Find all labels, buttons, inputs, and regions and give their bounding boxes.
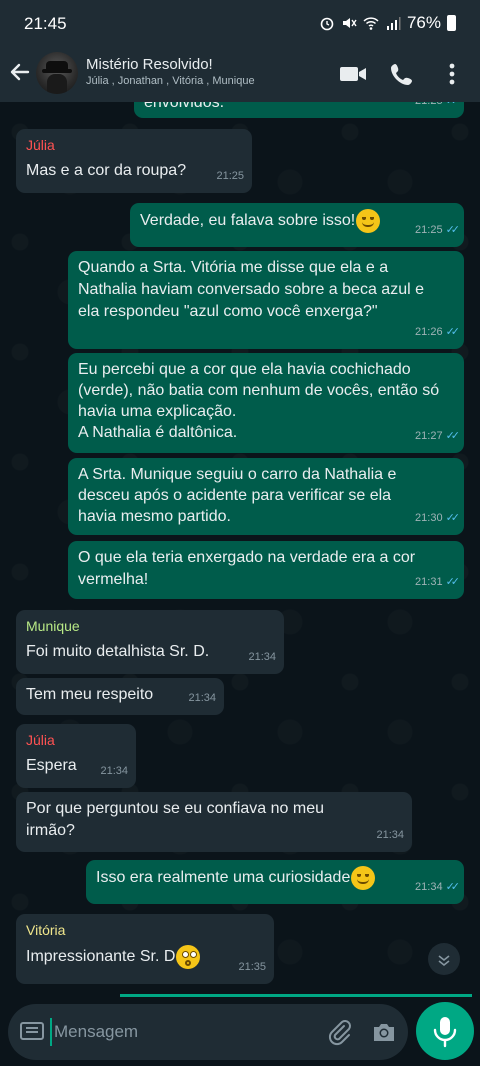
- back-arrow-icon[interactable]: [6, 58, 34, 86]
- more-vertical-icon[interactable]: [440, 60, 464, 88]
- message-time: 21:26: [415, 326, 443, 338]
- message-meta: 21:35: [238, 957, 266, 978]
- message-bubble-outgoing[interactable]: Isso era realmente uma curiosidade 21:34…: [86, 860, 464, 904]
- attach-icon[interactable]: [326, 1018, 354, 1046]
- message-time: 21:27: [415, 430, 443, 442]
- flushed-face-icon: [176, 945, 201, 969]
- message-text: Verdade, eu falava sobre isso!: [140, 212, 356, 230]
- message-time: 21:34: [415, 881, 443, 893]
- message-bubble-outgoing[interactable]: A Srta. Munique seguiu o carro da Nathal…: [68, 458, 464, 535]
- message-time: 21:34: [188, 692, 216, 704]
- smiling-face-icon: [356, 209, 381, 233]
- message-time: 21:25: [216, 170, 244, 182]
- read-ticks-icon: ✓✓: [445, 881, 461, 893]
- message-time: 21:34: [248, 651, 276, 663]
- mic-button[interactable]: [416, 1002, 474, 1060]
- keyboard-icon[interactable]: [20, 1022, 44, 1040]
- message-time: 21:25: [415, 102, 443, 112]
- message-bubble-outgoing[interactable]: O que ela teria enxergado na verdade era…: [68, 541, 464, 599]
- message-time: 21:34: [100, 765, 128, 777]
- status-icons: 76%: [319, 13, 456, 33]
- chat-title[interactable]: Mistério Resolvido!: [86, 56, 213, 73]
- read-ticks-icon: ✓✓: [445, 512, 461, 524]
- message-sender[interactable]: Júlia: [26, 730, 126, 751]
- status-time: 21:45: [24, 14, 67, 33]
- message-meta: 21:30 ✓✓: [415, 508, 461, 529]
- message-time: 21:30: [415, 512, 443, 524]
- read-ticks-icon: ✓✓: [445, 576, 461, 588]
- camera-icon[interactable]: [370, 1018, 398, 1046]
- message-time: 21:35: [238, 961, 266, 973]
- message-time: 21:31: [415, 576, 443, 588]
- chevron-down-icon: [438, 955, 450, 967]
- message-bubble-outgoing[interactable]: Eu percebi que a cor que ela havia cochi…: [68, 353, 464, 453]
- message-text: O que ela teria enxergado na verdade era…: [78, 549, 416, 588]
- chat-header: Mistério Resolvido! Júlia , Jonathan , V…: [0, 46, 480, 102]
- message-text: Por que perguntou se eu confiava no meu …: [26, 800, 324, 839]
- group-avatar[interactable]: [36, 52, 78, 94]
- phone-icon[interactable]: [388, 60, 418, 88]
- message-bubble-outgoing[interactable]: envolvidos. 21:25✓✓: [134, 102, 464, 118]
- chat-messages[interactable]: envolvidos. 21:25✓✓ Júlia Mas e a cor da…: [0, 102, 480, 1000]
- message-meta: 21:34: [100, 761, 128, 782]
- message-bubble-incoming[interactable]: Júlia Mas e a cor da roupa? 21:25: [16, 129, 252, 193]
- message-text: Mas e a cor da roupa?: [26, 162, 187, 179]
- message-meta: 21:25✓✓: [415, 220, 461, 241]
- message-text: Espera: [26, 757, 77, 774]
- message-meta: 21:34: [188, 688, 216, 709]
- message-text: Foi muito detalhista Sr. D.: [26, 643, 210, 660]
- read-ticks-icon: ✓✓: [445, 224, 461, 236]
- message-text: Eu percebi que a cor que ela havia cochi…: [78, 361, 440, 441]
- video-call-icon[interactable]: [338, 60, 368, 88]
- wifi-icon: [363, 17, 379, 30]
- new-message-indicator: [120, 994, 472, 997]
- message-time: 21:34: [376, 829, 404, 841]
- signal-icon: [386, 17, 401, 30]
- message-meta: 21:34 ✓✓: [415, 877, 461, 898]
- read-ticks-icon: ✓✓: [445, 326, 461, 338]
- message-meta: 21:34: [376, 825, 404, 846]
- message-meta: 21:27 ✓✓: [415, 426, 461, 447]
- chat-members[interactable]: Júlia , Jonathan , Vitória , Munique: [86, 75, 255, 87]
- message-bubble-outgoing[interactable]: Quando a Srta. Vitória me disse que ela …: [68, 251, 464, 349]
- message-text: Tem meu respeito: [26, 686, 154, 703]
- message-text: envolvidos.: [144, 102, 225, 111]
- message-meta: 21:26 ✓✓: [415, 322, 461, 343]
- message-bubble-incoming[interactable]: Munique Foi muito detalhista Sr. D. 21:3…: [16, 610, 284, 674]
- message-meta: 21:34: [248, 647, 276, 668]
- message-text: Quando a Srta. Vitória me disse que ela …: [78, 259, 424, 320]
- message-bubble-outgoing[interactable]: Verdade, eu falava sobre isso! 21:25 ✓✓: [130, 203, 464, 247]
- message-input[interactable]: [50, 1018, 310, 1046]
- message-meta: 21:25: [216, 166, 244, 187]
- message-sender[interactable]: Júlia: [26, 135, 242, 156]
- mute-icon: [342, 18, 357, 28]
- message-time: 21:25: [415, 224, 443, 236]
- message-bubble-incoming[interactable]: Tem meu respeito 21:34: [16, 678, 224, 715]
- read-ticks-icon: ✓✓: [445, 430, 461, 442]
- message-text: Isso era realmente uma curiosidade: [96, 869, 351, 887]
- message-bubble-incoming[interactable]: Por que perguntou se eu confiava no meu …: [16, 792, 412, 852]
- smiling-face-icon: [351, 866, 376, 890]
- message-meta: 21:31 ✓✓: [415, 572, 461, 593]
- read-ticks-icon: ✓✓: [446, 102, 461, 112]
- message-text: A Srta. Munique seguiu o carro da Nathal…: [78, 466, 397, 525]
- mic-icon: [433, 1017, 457, 1048]
- message-text: Impressionante Sr. D: [26, 948, 176, 966]
- alarm-icon: [320, 17, 334, 31]
- message-bubble-incoming[interactable]: Vitória Impressionante Sr. D 21:35: [16, 914, 274, 984]
- message-sender[interactable]: Vitória: [26, 920, 264, 941]
- message-sender[interactable]: Munique: [26, 616, 274, 637]
- battery-percentage: 76%: [406, 13, 441, 32]
- message-composer: [8, 1004, 408, 1060]
- message-meta: 21:25✓✓: [415, 102, 461, 112]
- battery-icon: [447, 15, 456, 31]
- status-bar: 21:45 76%: [0, 0, 480, 46]
- scroll-to-bottom-button[interactable]: [428, 943, 460, 975]
- message-bubble-incoming[interactable]: Júlia Espera 21:34: [16, 724, 136, 788]
